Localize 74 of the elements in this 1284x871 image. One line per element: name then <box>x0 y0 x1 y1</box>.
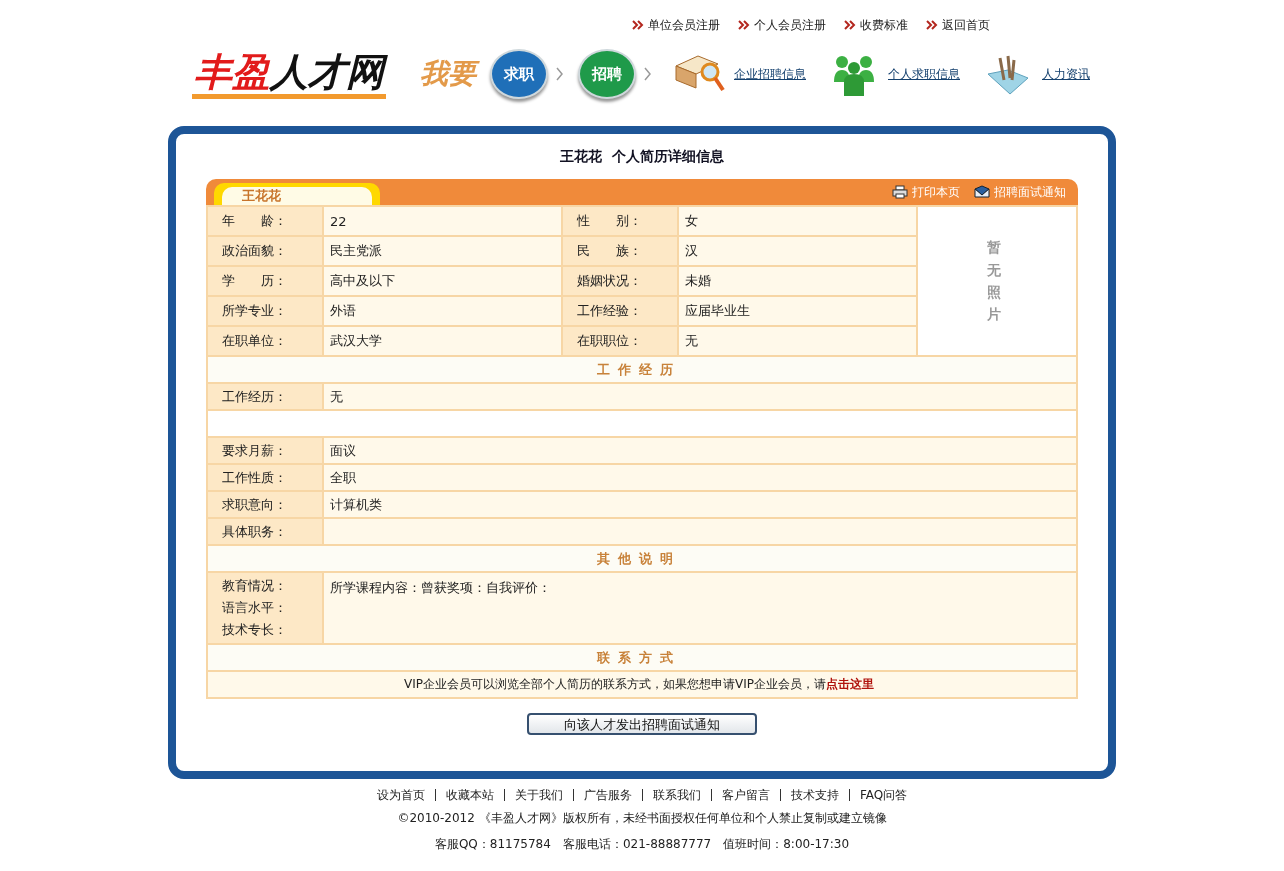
field-label: 要求月薪： <box>207 437 323 464</box>
field-value: 女 <box>678 206 917 236</box>
double-chevron-icon <box>926 20 938 30</box>
field-label: 教育情况： 语言水平： 技术专长： <box>207 572 323 644</box>
no-photo-text: 暂无照片 <box>987 238 1001 325</box>
quick-link[interactable]: 人力资讯 <box>1042 65 1090 83</box>
double-chevron-icon <box>738 20 750 30</box>
field-label: 所学专业： <box>207 296 323 326</box>
field-value: 计算机类 <box>323 491 1077 518</box>
quick-link[interactable]: 企业招聘信息 <box>734 65 806 83</box>
footer-link[interactable]: 设为首页 <box>366 789 435 801</box>
section-heading: 工作经历 <box>207 356 1077 383</box>
field-value: 22 <box>323 206 562 236</box>
field-label: 具体职务： <box>207 518 323 545</box>
top-nav-link[interactable]: 单位会员注册 <box>632 14 720 36</box>
field-label: 在职职位： <box>562 326 678 356</box>
field-value: 无 <box>678 326 917 356</box>
field-label: 学 历： <box>207 266 323 296</box>
field-value: 武汉大学 <box>323 326 562 356</box>
field-label: 工作经历： <box>207 383 323 410</box>
chevron-icon <box>556 67 564 81</box>
pill-button[interactable]: 求职 <box>490 49 548 99</box>
click-here-link[interactable]: 点击这里 <box>826 677 874 691</box>
field-value: 汉 <box>678 236 917 266</box>
copyright-text: ©2010-2012 《丰盈人才网》版权所有，未经书面授权任何单位和个人禁止复制或建立镜像 <box>396 810 888 827</box>
top-nav-label: 收费标准 <box>860 16 908 34</box>
field-label: 性 别： <box>562 206 678 236</box>
top-nav-label: 个人会员注册 <box>754 16 826 34</box>
contact-info: 客服QQ：81175784 客服电话：021-88887777 值班时间：8:00-17:30 <box>433 836 851 853</box>
field-value: 高中及以下 <box>323 266 562 296</box>
footer-link[interactable]: 联系我们 <box>641 789 711 801</box>
top-nav-label: 单位会员注册 <box>648 16 720 34</box>
name-tab[interactable]: 王花花 <box>222 187 372 205</box>
field-label: 婚姻状况： <box>562 266 678 296</box>
top-nav-label: 返回首页 <box>942 16 990 34</box>
printer-icon <box>892 185 908 199</box>
quick-link[interactable]: 个人求职信息 <box>888 65 960 83</box>
footer-link[interactable]: 客户留言 <box>710 789 780 801</box>
field-label: 民 族： <box>562 236 678 266</box>
action-label: 招聘面试通知 <box>994 183 1066 201</box>
footer-link[interactable]: 关于我们 <box>503 789 573 801</box>
section-heading: 联系方式 <box>207 644 1077 671</box>
field-label: 年 龄： <box>207 206 323 236</box>
chevron-icon <box>644 67 652 81</box>
double-chevron-icon <box>632 20 644 30</box>
field-label: 工作经验： <box>562 296 678 326</box>
footer-link[interactable]: FAQ问答 <box>848 789 918 801</box>
field-value: 外语 <box>323 296 562 326</box>
top-nav-link[interactable]: 收费标准 <box>844 14 908 36</box>
field-label: 工作性质： <box>207 464 323 491</box>
page-title: 王花花 个人简历详细信息 <box>559 148 725 166</box>
field-label: 求职意向： <box>207 491 323 518</box>
site-logo: 丰盈人才网 <box>192 49 386 99</box>
section-heading: 其他说明 <box>207 545 1077 572</box>
field-value: 未婚 <box>678 266 917 296</box>
top-nav-link[interactable]: 返回首页 <box>926 14 990 36</box>
field-value: 民主党派 <box>323 236 562 266</box>
top-nav-link[interactable]: 个人会员注册 <box>738 14 826 36</box>
field-value: 无 <box>323 383 1077 410</box>
double-chevron-icon <box>844 20 856 30</box>
envelope-icon <box>974 185 990 199</box>
field-value: 面议 <box>323 437 1077 464</box>
footer-link[interactable]: 技术支持 <box>779 789 849 801</box>
send-notice-button[interactable]: 向该人才发出招聘面试通知 <box>527 713 757 735</box>
contact-note: VIP企业会员可以浏览全部个人简历的联系方式，如果您想申请VIP企业会员，请点击这里 <box>207 671 1077 698</box>
footer-link[interactable]: 广告服务 <box>572 789 642 801</box>
action-label: 打印本页 <box>912 183 960 201</box>
field-value: 所学课程内容：曾获奖项：自我评价： <box>323 572 1077 644</box>
field-label: 在职单位： <box>207 326 323 356</box>
pill-button[interactable]: 招聘 <box>578 49 636 99</box>
footer-link[interactable]: 收藏本站 <box>434 789 504 801</box>
field-value: 全职 <box>323 464 1077 491</box>
field-value: 应届毕业生 <box>678 296 917 326</box>
field-label: 政治面貌： <box>207 236 323 266</box>
